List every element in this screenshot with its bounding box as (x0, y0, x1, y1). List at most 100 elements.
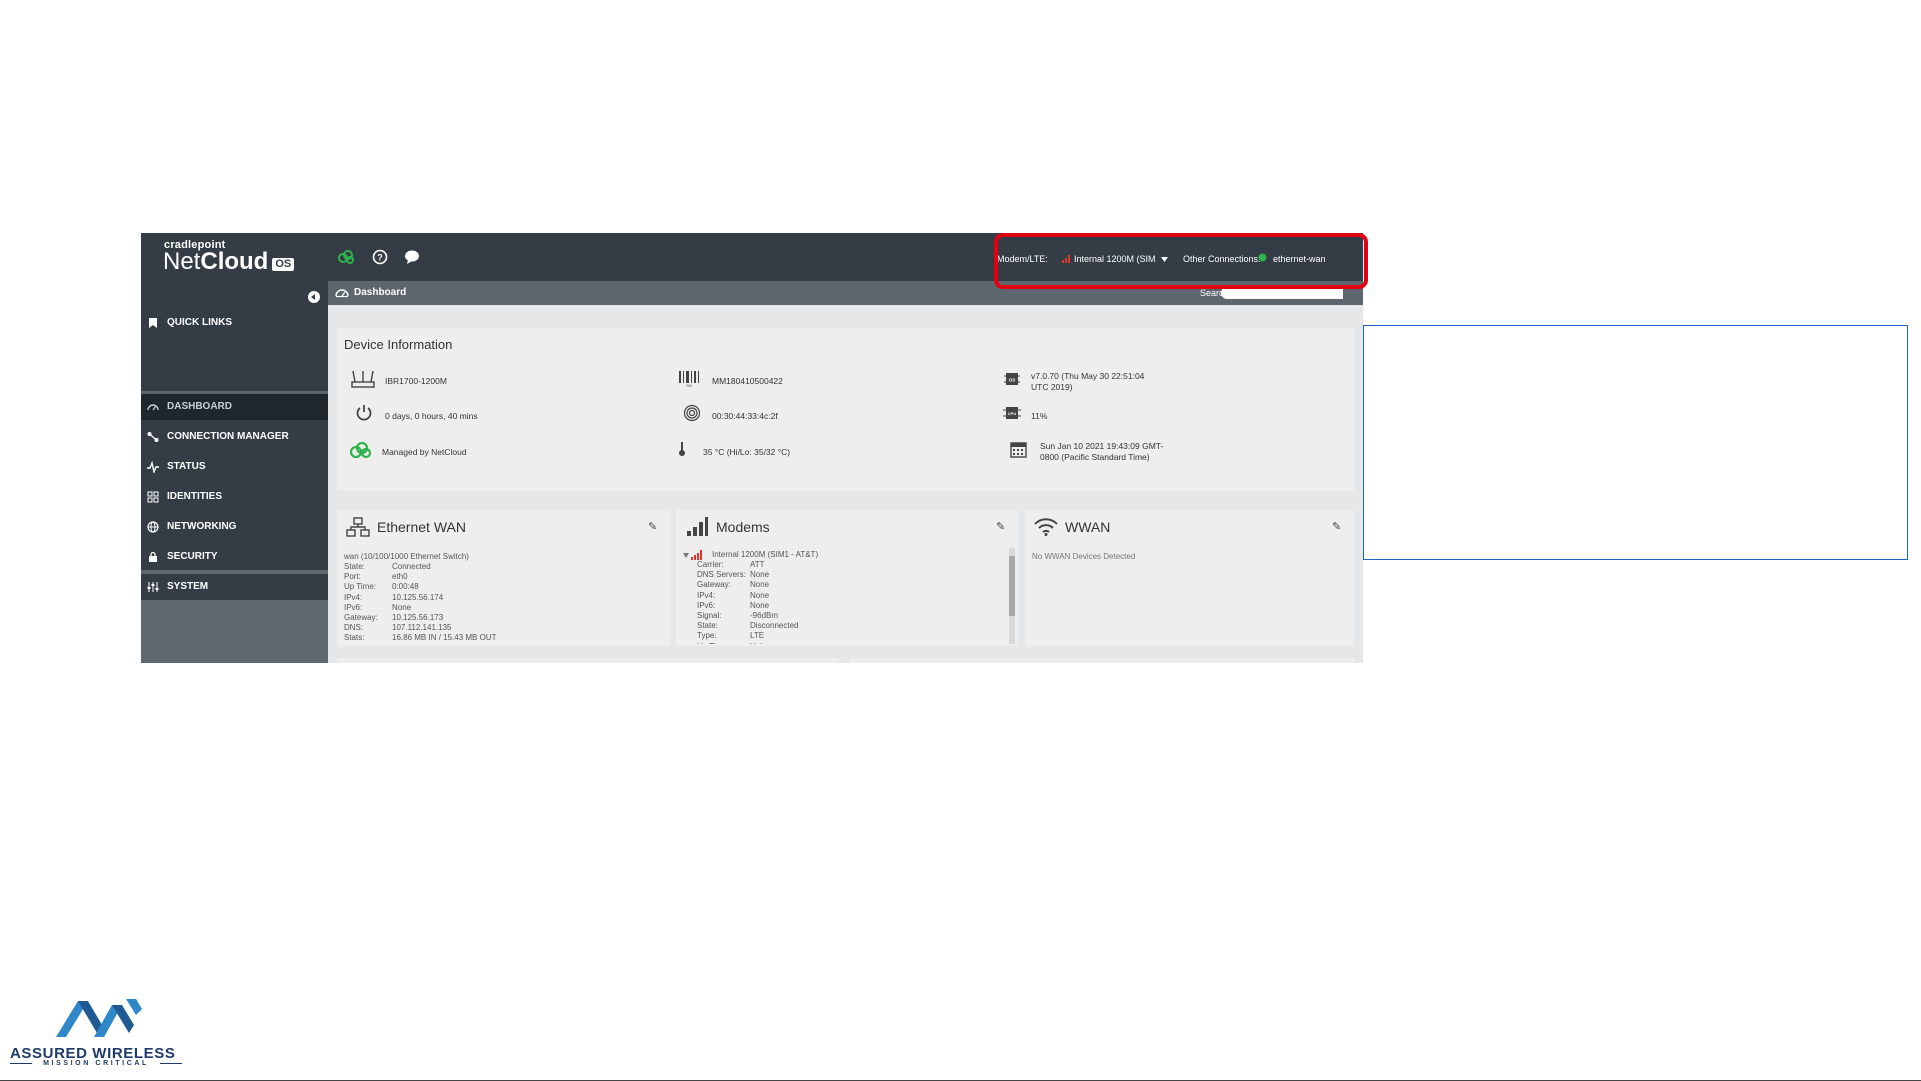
sidebar-item-dashboard[interactable]: DASHBOARD (141, 394, 328, 420)
chat-icon[interactable] (403, 248, 421, 266)
ethernet-wan-row: Port: eth0 (344, 572, 496, 582)
sidebar-item-label: CONNECTION MANAGER (167, 431, 289, 442)
pulse-icon (147, 461, 159, 473)
lower-card-left (337, 658, 839, 663)
ethernet-wan-value: 10.125.56.173 (392, 613, 444, 623)
assured-wireless-logo: ASSURED WIRELESS MISSION CRITICAL (10, 995, 185, 1067)
ethernet-wan-key: Port: (344, 572, 361, 582)
expand-caret-icon[interactable] (683, 553, 689, 558)
card-title: Ethernet WAN (377, 519, 466, 535)
sidebar-item-identities[interactable]: IDENTITIES (141, 484, 328, 510)
sidebar-menu: QUICK LINKS DASHBOARD CONNECTION MANAGER… (141, 281, 328, 570)
signal-bars-icon (687, 517, 708, 536)
thermometer-icon (679, 442, 685, 456)
collapse-sidebar-icon[interactable] (308, 291, 320, 303)
svg-text:SN: SN (686, 383, 692, 387)
lock-icon (149, 551, 157, 562)
logo-rule-right (160, 1063, 182, 1064)
ethernet-wan-header: wan (10/100/1000 Ethernet Switch) (344, 552, 469, 561)
modem-value: None (750, 570, 770, 580)
brand-os-badge: OS (272, 258, 295, 271)
wwan-card: WWAN ✎ No WWAN Devices Detected (1025, 510, 1354, 646)
chip-os-icon: OS (1004, 373, 1020, 385)
sidebar-item-label: DASHBOARD (167, 401, 232, 412)
dashboard-icon (147, 404, 159, 411)
cpu-usage: 11% (1031, 411, 1048, 421)
panel-title: Device Information (344, 337, 453, 352)
modem-value: LTE (750, 631, 765, 641)
sidebar-item-label: NETWORKING (167, 521, 237, 532)
modems-card: Modems ✎ Internal 1200M (SIM1 - AT&T) Ca… (676, 510, 1018, 646)
brand-logo[interactable]: NetCloud OS (163, 248, 295, 275)
router-icon (351, 370, 375, 388)
ethernet-wan-value: 0:00:48 (392, 582, 419, 592)
modem-row: Gateway: None (697, 580, 798, 590)
ethernet-wan-key: Stats: (344, 633, 365, 643)
breadcrumb[interactable]: Dashboard (354, 287, 406, 298)
edit-pencil-icon[interactable]: ✎ (648, 520, 657, 533)
sidebar-item-networking[interactable]: NETWORKING (141, 514, 328, 540)
wifi-icon (1034, 518, 1058, 536)
modem-row: Carrier: ATT (697, 560, 798, 570)
sidebar-item-quick-links[interactable]: QUICK LINKS (141, 310, 328, 336)
device-serial: MM180410500422 (712, 376, 783, 386)
firmware-version: v7.0.70 (Thu May 30 22:51:04 UTC 2019) (1031, 371, 1144, 393)
modem-details: Carrier: ATT DNS Servers: None Gateway: None I… (697, 560, 798, 644)
sidebar-item-label: STATUS (167, 461, 206, 472)
firmware-line-2: UTC 2019) (1031, 382, 1073, 392)
edit-pencil-icon[interactable]: ✎ (996, 520, 1005, 533)
modem-value: -96dBm (750, 611, 779, 621)
bookmark-icon (149, 318, 157, 328)
sidebar-item-connection-manager[interactable]: CONNECTION MANAGER (141, 424, 328, 450)
brand-product-bold: Cloud (200, 248, 269, 275)
firmware-line-1: v7.0.70 (Thu May 30 22:51:04 (1031, 371, 1145, 381)
edit-pencil-icon[interactable]: ✎ (1332, 520, 1341, 533)
scroll-thumb[interactable] (1009, 556, 1015, 616)
ethernet-wan-value: Connected (392, 562, 431, 571)
netcloud-icon (349, 441, 372, 459)
ethernet-wan-card: Ethernet WAN ✎ wan (10/100/1000 Ethernet… (337, 510, 670, 646)
modem-key: IPv6: (697, 600, 716, 610)
cpu-icon: CPU (1003, 407, 1021, 419)
card-title: Modems (716, 519, 770, 535)
netcloud-cloud-icon[interactable] (337, 248, 355, 266)
ethernet-wan-key: Gateway: (344, 613, 378, 623)
sidebar-item-system[interactable]: SYSTEM (141, 574, 328, 600)
grid-icon (147, 491, 159, 503)
ethernet-wan-key: State: (344, 562, 365, 571)
modem-row: IPv4: None (697, 591, 798, 601)
modem-scrollbar[interactable] (1009, 548, 1015, 644)
sidebar-item-label: SECURITY (167, 551, 218, 562)
calendar-icon (1010, 442, 1027, 458)
ethernet-wan-value: 10.125.56.174 (392, 592, 444, 602)
modem-key: Up Time: (697, 642, 750, 644)
ethernet-wan-row: DNS: 107.112.141.135 (344, 623, 496, 633)
svg-text:CPU: CPU (1008, 411, 1017, 416)
uptime: 0 days, 0 hours, 40 mins (385, 411, 478, 421)
sliders-icon (147, 582, 159, 592)
modem-key: Gateway: (697, 580, 731, 590)
modem-value: Disconnected (750, 621, 799, 631)
sidebar-item-security[interactable]: SECURITY (141, 544, 328, 570)
brand-product-light: Net (163, 248, 201, 275)
sidebar-item-status[interactable]: STATUS (141, 454, 328, 480)
dashboard-icon (335, 289, 349, 298)
ethernet-wan-row: IPv4: 10.125.56.174 (344, 593, 496, 603)
signal-bars-icon (691, 550, 702, 560)
modem-key: Signal: (697, 611, 722, 621)
modem-key: DNS Servers: (697, 570, 746, 580)
modem-key: Carrier: (697, 560, 724, 569)
modem-key: IPv4: (697, 590, 716, 600)
ethernet-wan-row: Gateway: 10.125.56.173 (344, 613, 496, 623)
logo-tagline: MISSION CRITICAL (43, 1060, 149, 1067)
assured-wireless-mark-icon (56, 999, 142, 1037)
callout-box (1363, 325, 1908, 560)
connection-icon (147, 432, 159, 442)
sidebar-item-label: QUICK LINKS (167, 317, 232, 328)
ethernet-wan-row: State: Connected (344, 562, 496, 572)
help-icon[interactable]: ? (371, 248, 389, 266)
ethernet-wan-key: IPv6: (344, 602, 363, 612)
system-datetime: Sun Jan 10 2021 19:43:09 GMT- 0800 (Paci… (1040, 441, 1163, 463)
fingerprint-icon (683, 404, 701, 422)
modem-row: Type: LTE (697, 631, 798, 641)
